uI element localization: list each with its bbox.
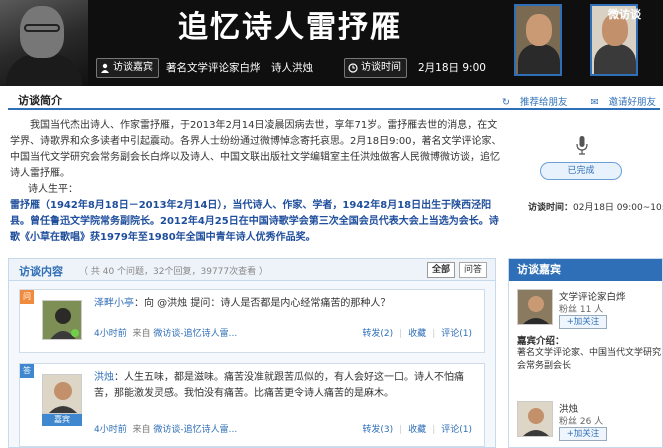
question-tag: 问	[20, 290, 34, 304]
header-banner: 追忆诗人雷抒雁 访谈嘉宾 著名文学评论家白烨 诗人洪烛 访谈时间 2月18日 9…	[0, 0, 663, 86]
guest-intro: 著名文学评论家、中国当代文学研究会常务副会长	[517, 348, 662, 371]
content-title: 访谈内容	[19, 265, 63, 278]
invite-link[interactable]: ✉ 邀请好朋友	[581, 97, 656, 108]
intro-title: 访谈简介	[18, 94, 62, 107]
guests-button[interactable]: 访谈嘉宾	[96, 58, 159, 78]
collect-button[interactable]: 收藏	[408, 329, 426, 339]
interview-content-panel: 访谈内容 （ 共 40 个问题，32个回复，39777次查看 ） 全部 问答 问…	[8, 258, 496, 448]
life-label: 诗人生平：	[28, 184, 78, 195]
guest-fans: 粉丝 26 人	[559, 417, 604, 427]
follow-button[interactable]: +加关注	[559, 427, 607, 441]
time-link[interactable]: 4小时前	[94, 329, 127, 339]
status-box: 已完成 访谈时间：02月18日 09:00~10:00	[528, 134, 663, 224]
guest-intro-label: 嘉宾介绍：	[517, 336, 565, 347]
time-value: 2月18日 9:00	[418, 62, 486, 74]
user-link[interactable]: 洪烛	[94, 372, 114, 383]
recommend-link[interactable]: ↻ 推荐给朋友	[492, 97, 567, 108]
answer-tag: 答	[20, 364, 34, 378]
source-link[interactable]: 微访谈-追忆诗人雷...	[153, 425, 237, 435]
intro-text: 我国当代杰出诗人、作家雷抒雁，于2013年2月14日凌晨因病去世，享年71岁。雷…	[10, 118, 506, 246]
question-text: 泽畔小亭：向 @洪烛 提问：诗人是否都是内心经常痛苦的那种人？	[94, 298, 391, 309]
item-meta: 4小时前 来自 微访谈-追忆诗人雷...	[94, 329, 238, 339]
user-icon	[101, 63, 109, 73]
comment-button[interactable]: 评论(1)	[441, 329, 472, 339]
guest-avatar[interactable]	[517, 401, 553, 437]
poet-photo	[0, 0, 88, 86]
item-actions: 转发(2) | 收藏 | 评论(1)	[362, 329, 472, 339]
item-actions: 转发(3) | 收藏 | 评论(1)	[362, 425, 472, 435]
avatar-image	[43, 375, 81, 413]
filter-all-button[interactable]: 全部	[427, 262, 456, 278]
avatar[interactable]	[42, 374, 82, 414]
time-button[interactable]: 访谈时间	[344, 58, 407, 78]
intro-section-header: 访谈简介 ↻ 推荐给朋友 ✉ 邀请好朋友	[8, 90, 660, 110]
source-link[interactable]: 微访谈-追忆诗人雷...	[153, 329, 237, 339]
weibo-interview-label: 微访谈	[608, 8, 641, 21]
user-link[interactable]: 泽畔小亭	[94, 298, 134, 309]
content-header: 访谈内容 （ 共 40 个问题，32个回复，39777次查看 ） 全部 问答	[9, 259, 495, 281]
intro-links: ↻ 推荐给朋友 ✉ 邀请好朋友	[482, 94, 656, 108]
guest-photo-baiye[interactable]	[514, 4, 562, 76]
time-link[interactable]: 4小时前	[94, 425, 127, 435]
comment-button[interactable]: 评论(1)	[441, 425, 472, 435]
clock-icon	[348, 63, 358, 73]
item-meta: 4小时前 来自 微访谈-追忆诗人雷...	[94, 425, 238, 435]
guest-name[interactable]: 文学评论家白烨	[559, 289, 626, 303]
share-icon: ↻	[502, 97, 510, 108]
page: 追忆诗人雷抒雁 访谈嘉宾 著名文学评论家白烨 诗人洪烛 访谈时间 2月18日 9…	[0, 0, 663, 448]
guests-text: 著名文学评论家白烨 诗人洪烛	[166, 62, 313, 74]
guest-avatar[interactable]	[517, 289, 553, 325]
repost-button[interactable]: 转发(3)	[362, 425, 393, 435]
interview-time: 访谈时间：02月18日 09:00~10:00	[528, 203, 663, 213]
guests-panel: 访谈嘉宾 文学评论家白烨 粉丝 11 人 +加关注 嘉宾介绍： 著名文学评论家、…	[508, 258, 663, 448]
guest-fans: 粉丝 11 人	[559, 305, 604, 315]
poet-bio: 雷抒雁（1942年8月18日－2013年2月14日），当代诗人、作家、学者，19…	[10, 200, 499, 243]
guest-avatar-image	[518, 402, 552, 436]
avatar[interactable]	[42, 300, 82, 340]
guest-badge: 嘉宾	[42, 414, 82, 426]
envelope-icon: ✉	[590, 97, 599, 108]
content-stats: （ 共 40 个问题，32个回复，39777次查看 ）	[79, 267, 268, 277]
page-title: 追忆诗人雷抒雁	[178, 10, 402, 45]
answer-text: 洪烛：人生五味，都是滋味。痛苦没准就跟苦瓜似的，有人会好这一口。诗人不怕痛苦，那…	[94, 372, 464, 399]
avatar-image	[43, 301, 81, 339]
answer-card: 答 嘉宾 洪烛：人生五味，都是滋味。痛苦没准就跟苦瓜似的，有人会好这一口。诗人不…	[19, 363, 485, 447]
header-info-bar: 访谈嘉宾 著名文学评论家白烨 诗人洪烛 访谈时间 2月18日 9:00	[88, 58, 508, 80]
intro-paragraph: 我国当代杰出诗人、作家雷抒雁，于2013年2月14日凌晨因病去世，享年71岁。雷…	[10, 120, 502, 179]
repost-button[interactable]: 转发(2)	[362, 329, 393, 339]
guest-avatar-image	[518, 290, 552, 324]
completed-status-button[interactable]: 已完成	[540, 162, 622, 180]
collect-button[interactable]: 收藏	[408, 425, 426, 435]
guests-panel-title: 访谈嘉宾	[509, 259, 662, 281]
microphone-icon	[576, 136, 588, 155]
follow-button[interactable]: +加关注	[559, 315, 607, 329]
filter-qa-button[interactable]: 问答	[459, 262, 488, 278]
question-card: 问 泽畔小亭：向 @洪烛 提问：诗人是否都是内心经常痛苦的那种人？ 4小时前 来…	[19, 289, 485, 353]
guest-name[interactable]: 洪烛	[559, 401, 578, 415]
